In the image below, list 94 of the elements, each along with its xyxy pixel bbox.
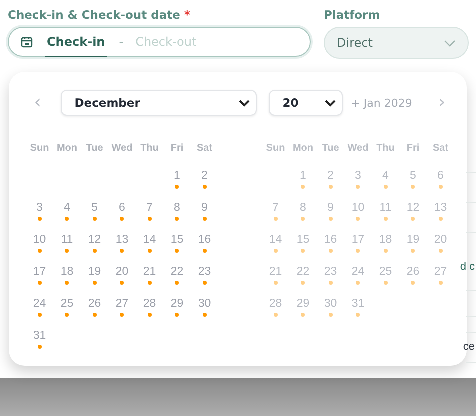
calendar-day[interactable]: 10 — [352, 202, 365, 214]
calendar-day[interactable]: 27 — [116, 298, 129, 310]
text-fragment: ce — [463, 341, 475, 353]
calendar-day[interactable]: 3 — [355, 170, 362, 182]
calendar-day[interactable]: 26 — [88, 298, 102, 310]
calendar-day[interactable]: 14 — [269, 234, 282, 246]
calendar-day[interactable]: 20 — [434, 234, 448, 246]
calendar-day[interactable]: 31 — [33, 330, 46, 342]
weekday-label: Sun — [265, 142, 286, 154]
calendar-day[interactable]: 29 — [170, 298, 184, 310]
weekday-label: Wed — [110, 142, 134, 154]
calendar-day[interactable]: 17 — [352, 234, 365, 246]
weekday-label: Thu — [140, 142, 160, 154]
weekday-label: Tue — [321, 142, 340, 154]
calendar-day[interactable]: 5 — [92, 202, 98, 214]
calendar-day[interactable]: 9 — [202, 202, 208, 214]
calendar-day[interactable]: 12 — [406, 202, 420, 214]
calendar-day[interactable]: 6 — [438, 170, 444, 182]
separator: - — [119, 35, 124, 49]
calendar-day[interactable]: 15 — [296, 234, 310, 246]
calendar-day[interactable]: 11 — [61, 234, 74, 246]
calendar-day[interactable]: 20 — [116, 266, 129, 278]
weekday-label: Fri — [170, 142, 185, 154]
calendar-day[interactable]: 18 — [379, 234, 392, 246]
platform-select[interactable]: Direct — [324, 27, 469, 59]
calendar-day[interactable]: 19 — [406, 234, 420, 246]
calendar-day[interactable]: 1 — [300, 170, 306, 182]
calendar-day[interactable]: 23 — [324, 266, 338, 278]
calendar-day[interactable]: 29 — [296, 298, 310, 310]
calendar-day[interactable]: 4 — [64, 202, 70, 214]
calendar-day[interactable]: 7 — [146, 202, 153, 214]
month-select[interactable]: December — [60, 90, 257, 116]
weekday-label: Sun — [29, 142, 50, 154]
weekday-label: Fri — [406, 142, 421, 154]
weekday-label: Mon — [56, 142, 79, 154]
calendar-day[interactable]: 31 — [352, 298, 365, 310]
calendar-day[interactable]: 30 — [324, 298, 338, 310]
calendar-day[interactable]: 17 — [33, 266, 46, 278]
date-range-field[interactable]: Check-in - Check-out — [8, 27, 311, 57]
calendar-day[interactable]: 13 — [116, 234, 129, 246]
calendar-day[interactable]: 25 — [60, 298, 74, 310]
calendar-day[interactable]: 3 — [36, 202, 43, 214]
calendar-day[interactable]: 18 — [60, 266, 74, 278]
calendar-day[interactable]: 22 — [170, 266, 184, 278]
weekday-label: Sat — [196, 142, 214, 154]
calendar-day[interactable]: 2 — [328, 170, 334, 182]
caret-icon — [238, 100, 250, 106]
calendar-day[interactable]: 16 — [324, 234, 338, 246]
calendar-day[interactable]: 22 — [296, 266, 310, 278]
calendar-day[interactable]: 28 — [269, 298, 282, 310]
calendar-day[interactable]: 24 — [352, 266, 365, 278]
caret-icon — [325, 100, 336, 106]
next-month-hint: + Jan 2029 — [351, 96, 414, 110]
calendar-day[interactable]: 2 — [202, 170, 208, 182]
calendar-day[interactable]: 27 — [434, 266, 448, 278]
field-label: Platform — [324, 8, 380, 22]
calendar-day[interactable]: 13 — [434, 202, 448, 214]
calendar-day[interactable]: 16 — [198, 234, 212, 246]
calendar-day[interactable]: 8 — [300, 202, 306, 214]
weekday-label: Wed — [346, 142, 370, 154]
calendar-day[interactable]: 5 — [410, 170, 416, 182]
calendar-day[interactable]: 25 — [379, 266, 392, 278]
calendar-day[interactable]: 28 — [143, 298, 156, 310]
calendar-day[interactable]: 14 — [143, 234, 156, 246]
calendar-day[interactable]: 15 — [170, 234, 184, 246]
weekday-label: Tue — [85, 142, 104, 154]
calendar-day[interactable]: 8 — [174, 202, 180, 214]
calendar-day[interactable]: 12 — [88, 234, 102, 246]
next-month-button[interactable]: › — [430, 94, 454, 112]
previous-month-button[interactable]: ‹ — [26, 94, 50, 112]
check-in-field[interactable]: Check-in — [45, 27, 108, 57]
calendar-day[interactable]: 4 — [382, 170, 389, 182]
calendar-day[interactable]: 21 — [143, 266, 156, 278]
calendar-icon — [21, 36, 33, 48]
calendar-day[interactable]: 1 — [174, 170, 180, 182]
weekday-label: Sat — [432, 142, 450, 154]
calendar-day[interactable]: 21 — [269, 266, 282, 278]
calendar-day[interactable]: 19 — [88, 266, 102, 278]
calendar-day[interactable]: 9 — [328, 202, 334, 214]
calendar-day[interactable]: 7 — [272, 202, 279, 214]
text-fragment: d c — [460, 261, 475, 273]
required-mark: * — [184, 8, 190, 22]
calendar-day[interactable]: 11 — [380, 202, 392, 214]
field-label: Check-in & Check-out date — [8, 8, 180, 22]
calendar-day[interactable]: 10 — [33, 234, 46, 246]
calendar-day[interactable]: 30 — [198, 298, 212, 310]
weekday-label: Mon — [292, 142, 315, 154]
weekday-label: Thu — [376, 142, 396, 154]
calendar-day[interactable]: 6 — [119, 202, 126, 214]
calendar-day[interactable]: 24 — [33, 298, 46, 310]
calendar-day[interactable]: 26 — [406, 266, 420, 278]
year-select[interactable]: 20 — [268, 90, 344, 116]
calendar-day[interactable]: 23 — [198, 266, 212, 278]
chevron-down-icon — [444, 40, 456, 46]
